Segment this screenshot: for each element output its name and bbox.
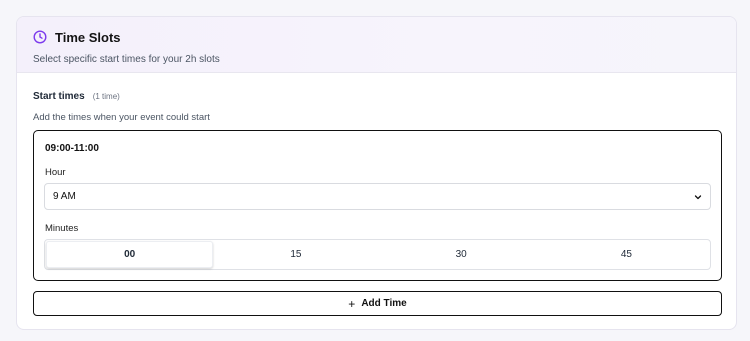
hour-select-value: 9 AM: [53, 191, 76, 202]
minute-option-00[interactable]: 00: [46, 241, 214, 268]
clock-icon: [33, 30, 47, 44]
card-subtitle: Select specific start times for your 2h …: [33, 54, 220, 65]
start-times-count: (1 time): [92, 92, 120, 101]
card-title: Time Slots: [55, 29, 121, 45]
hour-label: Hour: [45, 167, 66, 178]
start-times-header: Start times (1 time): [33, 91, 720, 103]
add-time-label: Add Time: [361, 298, 407, 309]
minute-option-45[interactable]: 45: [544, 241, 709, 268]
plus-icon: +: [348, 296, 356, 311]
slot-range: 09:00-11:00: [45, 143, 99, 154]
minute-option-15[interactable]: 15: [213, 241, 378, 268]
time-slot-card: 09:00-11:00 Hour 9 AM Minutes 00 15 30 4…: [33, 130, 722, 281]
card-body: Start times (1 time) Add the times when …: [17, 73, 736, 316]
chevron-down-icon: [694, 193, 702, 201]
card-header: Time Slots Select specific start times f…: [17, 17, 736, 73]
hour-select[interactable]: 9 AM: [44, 183, 711, 210]
start-times-help: Add the times when your event could star…: [33, 112, 210, 123]
time-slots-card: Time Slots Select specific start times f…: [16, 16, 737, 330]
minutes-selector: 00 15 30 45: [44, 239, 711, 270]
title-row: Time Slots: [33, 29, 720, 45]
minute-option-30[interactable]: 30: [379, 241, 544, 268]
minutes-label: Minutes: [45, 223, 79, 234]
start-times-label: Start times: [33, 91, 85, 102]
add-time-button[interactable]: + Add Time: [33, 291, 722, 316]
